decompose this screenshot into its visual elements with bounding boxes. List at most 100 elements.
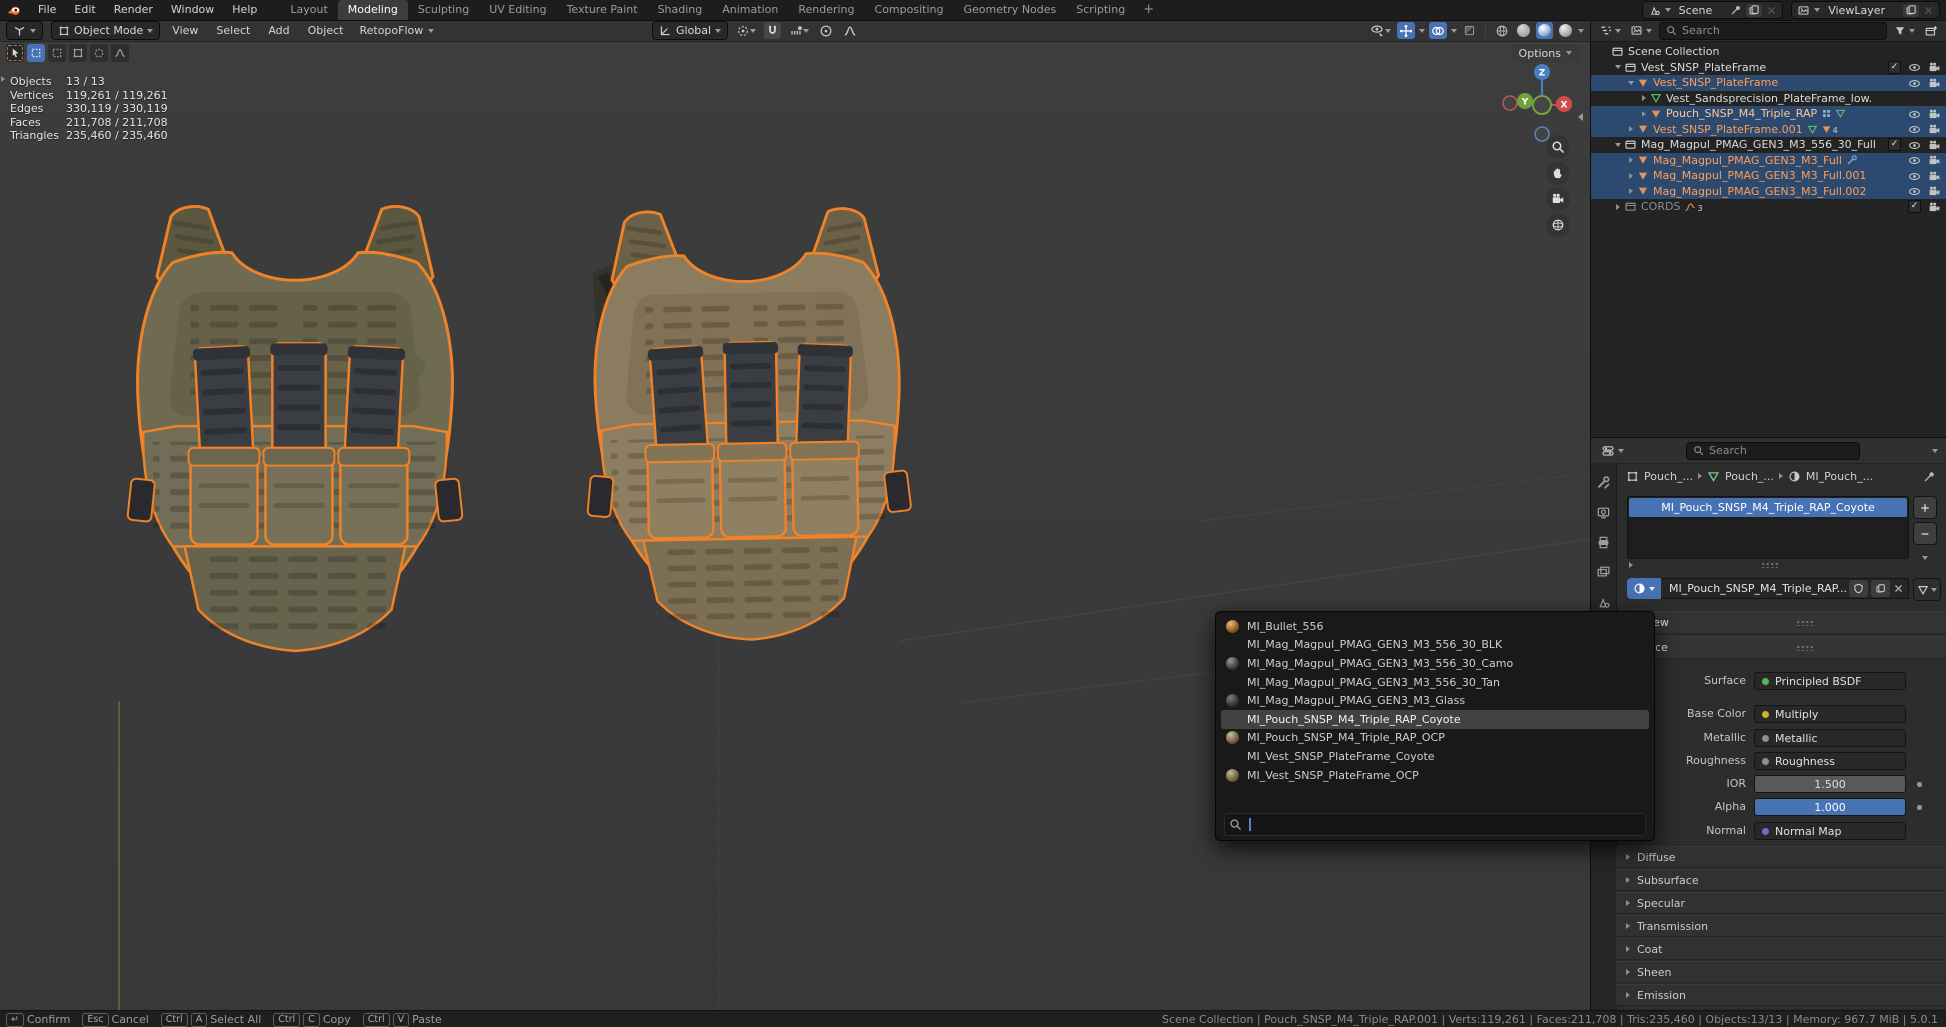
workspace-tab-modeling[interactable]: Modeling <box>338 0 408 20</box>
new-scene-button[interactable] <box>1746 4 1762 17</box>
expander-icon[interactable] <box>1625 188 1637 194</box>
scene-selector[interactable]: Scene <box>1642 1 1784 19</box>
material-popup-item[interactable]: MI_Pouch_SNSP_M4_Triple_RAP_OCP <box>1221 729 1649 748</box>
expander-icon[interactable] <box>1638 111 1650 117</box>
panel-subsurface-header[interactable]: Subsurface <box>1616 869 1946 891</box>
shading-material-button[interactable] <box>1536 22 1553 39</box>
hide-viewport-toggle[interactable] <box>1908 169 1921 183</box>
outliner-row[interactable]: Vest_SNSP_PlateFrame.0014 <box>1591 122 1946 138</box>
workspace-tab-geometry-nodes[interactable]: Geometry Nodes <box>953 0 1066 20</box>
viewport-menu-select[interactable]: Select <box>212 24 254 37</box>
workspace-tab-uv-editing[interactable]: UV Editing <box>479 0 556 20</box>
tweak-tool-button[interactable] <box>6 44 24 62</box>
vest-model-right[interactable] <box>544 190 952 678</box>
workspace-tab-layout[interactable]: Layout <box>280 0 337 20</box>
disable-render-toggle[interactable] <box>1928 61 1941 75</box>
hide-viewport-toggle[interactable] <box>1908 185 1921 199</box>
disable-render-toggle[interactable] <box>1928 107 1941 121</box>
close-icon[interactable] <box>1923 5 1934 16</box>
navigation-gizmo[interactable]: Z Y X <box>1494 57 1586 149</box>
material-popup-item[interactable]: MI_Mag_Magpul_PMAG_GEN3_M3_556_30_BLK <box>1221 636 1649 655</box>
workspace-tab-sculpting[interactable]: Sculpting <box>408 0 479 20</box>
new-collection-button[interactable] <box>1922 22 1940 39</box>
menu-retopoflow[interactable]: RetopoFlow <box>355 24 438 37</box>
collection-checkbox[interactable]: ✓ <box>1908 200 1921 213</box>
select-circle-tool-button[interactable] <box>90 44 108 62</box>
region-collapse-arrow[interactable] <box>1578 113 1583 121</box>
add-workspace-button[interactable]: + <box>1135 0 1162 20</box>
viewport-menu-object[interactable]: Object <box>304 24 348 37</box>
xray-toggle[interactable] <box>1461 22 1478 39</box>
material-popup-item[interactable]: MI_Mag_Magpul_PMAG_GEN3_M3_Glass <box>1221 691 1649 710</box>
proportional-falloff-selector[interactable] <box>841 22 859 39</box>
outliner-row[interactable]: Mag_Magpul_PMAG_GEN3_M3_Full.001 <box>1591 168 1946 184</box>
select-lasso-tool-button[interactable] <box>111 44 129 62</box>
gizmo-minus-x-ball[interactable] <box>1503 96 1517 110</box>
proportional-editing-toggle[interactable] <box>817 22 835 39</box>
outliner-row[interactable]: Scene Collection <box>1591 44 1946 60</box>
perspective-toggle-button[interactable] <box>1546 213 1570 237</box>
hide-viewport-toggle[interactable] <box>1908 76 1921 90</box>
overlays-toggle[interactable] <box>1429 22 1447 39</box>
camera-view-button[interactable] <box>1546 187 1570 211</box>
outliner-display-mode[interactable] <box>1628 22 1654 39</box>
disable-render-toggle[interactable] <box>1928 76 1941 90</box>
expander-icon[interactable] <box>1625 81 1637 85</box>
workspace-tab-compositing[interactable]: Compositing <box>865 0 954 20</box>
shading-solid-button[interactable] <box>1515 22 1532 39</box>
menu-render[interactable]: Render <box>105 0 162 20</box>
disable-render-toggle[interactable] <box>1928 200 1941 214</box>
disable-render-toggle[interactable] <box>1928 169 1941 183</box>
panel-diffuse-header[interactable]: Diffuse <box>1616 846 1946 868</box>
expander-icon[interactable] <box>1612 204 1624 210</box>
collection-checkbox[interactable]: ✓ <box>1888 61 1901 74</box>
expander-icon[interactable] <box>1612 143 1624 147</box>
vest-model-left[interactable] <box>88 199 502 676</box>
tab-scene[interactable] <box>1596 595 1611 610</box>
material-popup-item[interactable]: MI_Mag_Magpul_PMAG_GEN3_M3_556_30_Tan <box>1221 673 1649 692</box>
menu-help[interactable]: Help <box>223 0 266 20</box>
disable-render-toggle[interactable] <box>1928 123 1941 137</box>
panel-transmission-header[interactable]: Transmission <box>1616 915 1946 937</box>
outliner-row[interactable]: Mag_Magpul_PMAG_GEN3_M3_Full <box>1591 153 1946 169</box>
gizmos-toggle[interactable] <box>1397 22 1415 39</box>
outliner-row[interactable]: CORDS3✓ <box>1591 199 1946 215</box>
tab-tool[interactable] <box>1596 475 1611 490</box>
outliner-filter-button[interactable] <box>1892 22 1917 39</box>
tab-view-layer[interactable] <box>1596 565 1611 580</box>
outliner-row[interactable]: Pouch_SNSP_M4_Triple_RAP <box>1591 106 1946 122</box>
snap-settings[interactable] <box>787 22 811 39</box>
expander-icon[interactable] <box>1625 173 1637 179</box>
panel-coat-header[interactable]: Coat <box>1616 938 1946 960</box>
tab-render[interactable] <box>1596 505 1611 520</box>
viewport-menu-add[interactable]: Add <box>264 24 293 37</box>
collection-checkbox[interactable]: ✓ <box>1888 138 1901 151</box>
hide-viewport-toggle[interactable] <box>1908 138 1921 152</box>
workspace-tab-texture-paint[interactable]: Texture Paint <box>557 0 648 20</box>
outliner-search-input[interactable]: Search <box>1659 22 1887 40</box>
transform-orientation-selector[interactable]: Global <box>652 21 728 40</box>
close-icon[interactable] <box>1766 5 1777 16</box>
outliner-row[interactable]: Vest_SNSP_PlateFrame <box>1591 75 1946 91</box>
hide-viewport-toggle[interactable] <box>1908 154 1921 168</box>
menu-edit[interactable]: Edit <box>65 0 104 20</box>
panel-specular-header[interactable]: Specular <box>1616 892 1946 914</box>
material-popup-item[interactable]: MI_Mag_Magpul_PMAG_GEN3_M3_556_30_Camo <box>1221 654 1649 673</box>
workspace-tab-shading[interactable]: Shading <box>648 0 713 20</box>
visibility-selector[interactable] <box>1368 22 1393 39</box>
pan-button[interactable] <box>1546 161 1570 185</box>
viewlayer-selector[interactable]: ViewLayer <box>1791 1 1940 19</box>
disable-render-toggle[interactable] <box>1928 138 1941 152</box>
zoom-button[interactable] <box>1546 135 1570 159</box>
editor-type-selector[interactable] <box>6 21 43 40</box>
expander-icon[interactable] <box>1612 65 1624 69</box>
shading-rendered-button[interactable] <box>1557 22 1574 39</box>
hide-viewport-toggle[interactable] <box>1908 107 1921 121</box>
hide-viewport-toggle[interactable] <box>1908 123 1921 137</box>
material-popup-item[interactable]: MI_Bullet_556 <box>1221 617 1649 636</box>
outliner-row[interactable]: Vest_SNSP_PlateFrame✓ <box>1591 60 1946 76</box>
expander-icon[interactable] <box>1625 157 1637 163</box>
select-box-tool-button[interactable] <box>27 44 45 62</box>
workspace-tab-rendering[interactable]: Rendering <box>788 0 864 20</box>
workspace-tab-scripting[interactable]: Scripting <box>1066 0 1135 20</box>
